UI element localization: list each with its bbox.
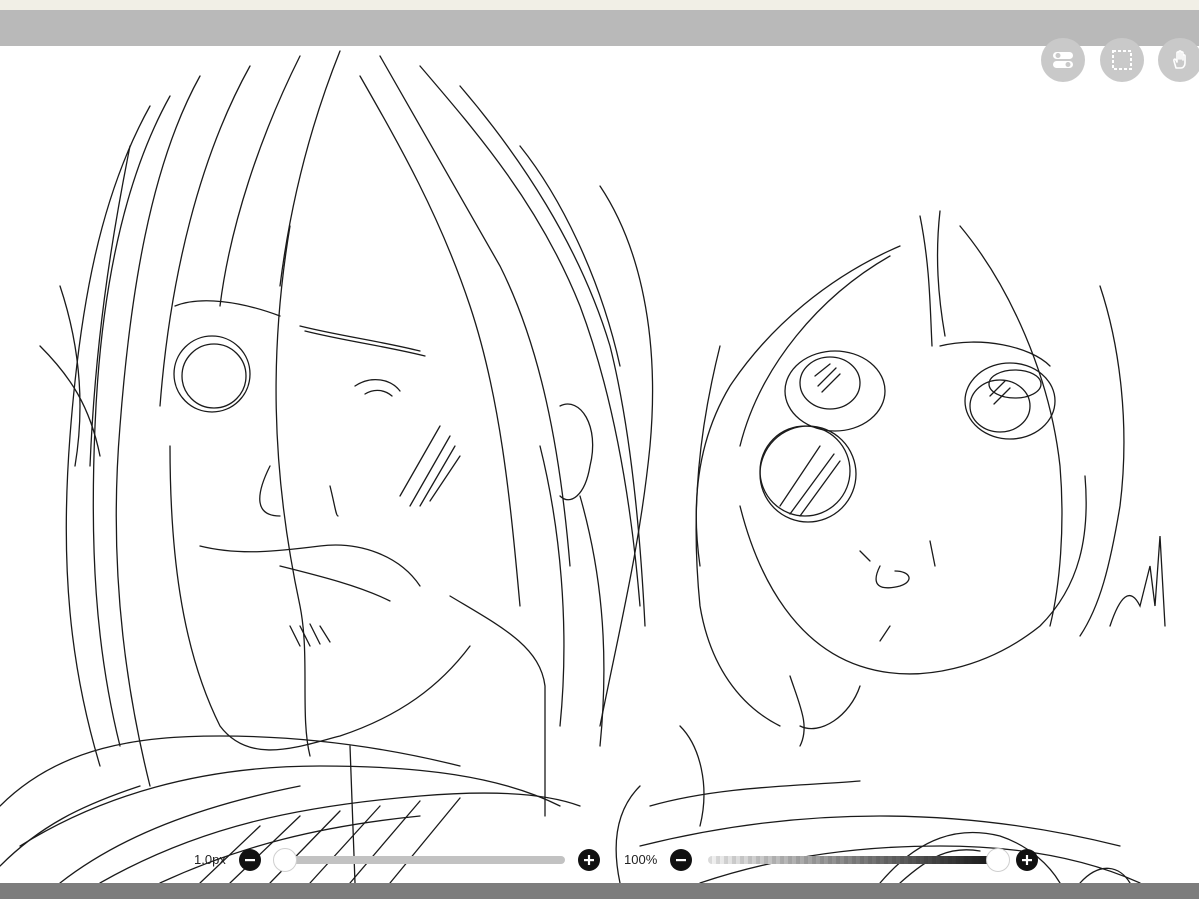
plus-icon bbox=[584, 855, 594, 865]
brush-size-slider-track[interactable] bbox=[285, 856, 565, 864]
selection-button[interactable] bbox=[1100, 38, 1144, 82]
sketch-artwork bbox=[0, 50, 1166, 883]
toggle-icon bbox=[1053, 52, 1073, 68]
app-top-bar bbox=[0, 10, 1199, 46]
brush-size-increase-button[interactable] bbox=[578, 849, 600, 871]
opacity-decrease-button[interactable] bbox=[670, 849, 692, 871]
hand-button[interactable] bbox=[1158, 38, 1199, 82]
minus-icon bbox=[245, 859, 255, 862]
brush-size-decrease-button[interactable] bbox=[239, 849, 261, 871]
opacity-slider-track[interactable] bbox=[708, 856, 998, 864]
brush-size-label: 1.0px bbox=[194, 852, 226, 867]
app-bottom-bar bbox=[0, 883, 1199, 899]
toggle-button[interactable] bbox=[1041, 38, 1085, 82]
minus-icon bbox=[676, 859, 686, 862]
hand-icon bbox=[1173, 50, 1186, 69]
selection-icon bbox=[1112, 50, 1132, 70]
opacity-slider-thumb[interactable] bbox=[986, 848, 1010, 872]
drawing-canvas[interactable] bbox=[0, 46, 1199, 883]
opacity-increase-button[interactable] bbox=[1016, 849, 1038, 871]
plus-icon bbox=[1022, 855, 1032, 865]
window-top-strip bbox=[0, 0, 1199, 10]
opacity-label: 100% bbox=[624, 852, 658, 867]
brush-size-slider-thumb[interactable] bbox=[273, 848, 297, 872]
